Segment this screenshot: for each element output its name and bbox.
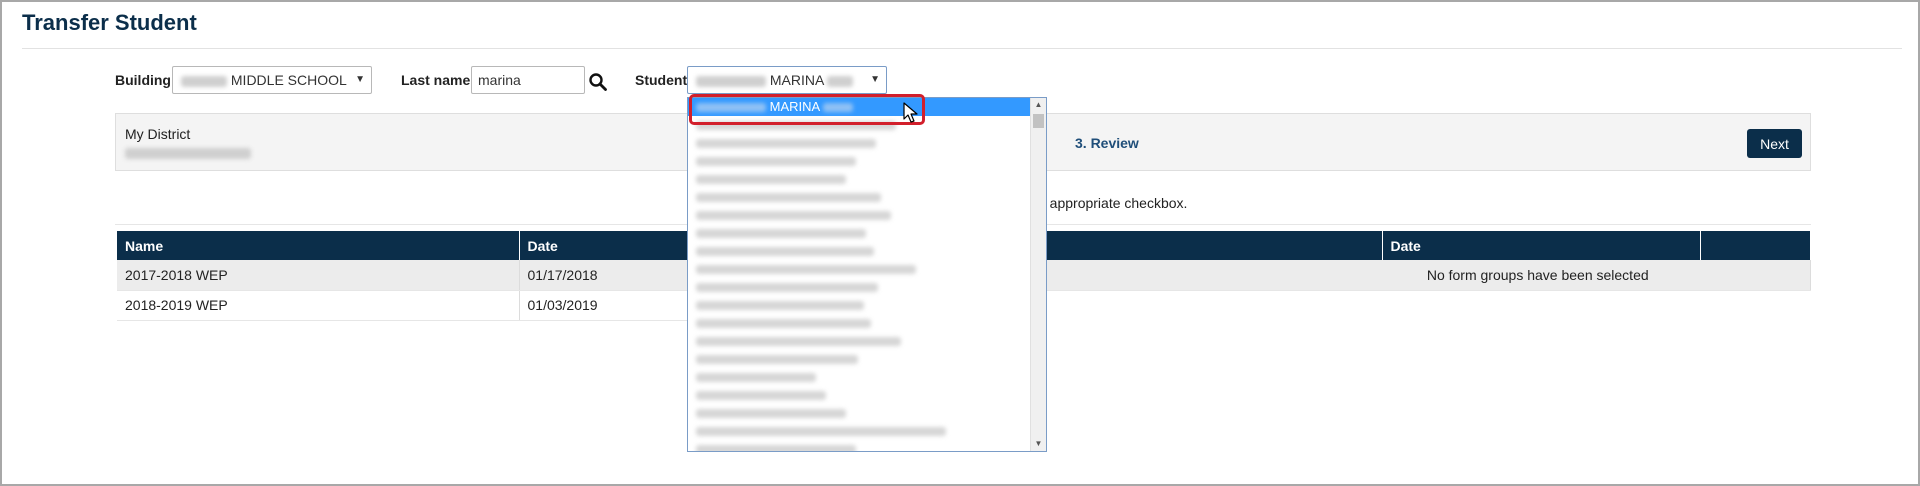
selected-forms-table: ne Date No form groups have been selecte… (1014, 231, 1811, 291)
redacted-text (696, 391, 826, 401)
scrollbar-thumb[interactable] (1033, 114, 1044, 128)
column-header-name: ne (1014, 231, 1383, 260)
student-select-value: MARINA (769, 72, 824, 88)
redacted-text (696, 247, 874, 257)
dropdown-option[interactable] (688, 242, 1046, 260)
redacted-text (696, 301, 864, 311)
redacted-text (696, 355, 858, 365)
dropdown-option[interactable] (688, 206, 1046, 224)
available-forms-table: Name Date 2017-2018 WEP 01/17/2018 2018-… (117, 231, 694, 321)
empty-table-message: No form groups have been selected (1014, 260, 1811, 291)
dropdown-option[interactable] (688, 386, 1046, 404)
table-cell-name: 2017-2018 WEP (117, 260, 520, 291)
table-row[interactable]: 2018-2019 WEP 01/03/2019 (117, 290, 694, 321)
redacted-text (125, 148, 251, 159)
mouse-pointer-icon (903, 102, 918, 123)
dropdown-option[interactable] (688, 224, 1046, 242)
search-icon[interactable] (588, 72, 608, 92)
redacted-text (696, 373, 816, 383)
dropdown-option[interactable] (688, 440, 1046, 451)
redacted-text (696, 175, 846, 185)
dropdown-option[interactable] (688, 332, 1046, 350)
table-row[interactable]: 2017-2018 WEP 01/17/2018 (117, 260, 694, 291)
table-cell-name: 2018-2019 WEP (117, 290, 520, 321)
selection-highlight-annotation (689, 94, 925, 125)
redacted-text (696, 75, 766, 87)
redacted-text (696, 265, 916, 275)
next-button[interactable]: Next (1747, 129, 1802, 158)
redacted-text (181, 75, 227, 87)
lastname-label: Last name (401, 72, 471, 88)
redacted-text (696, 445, 856, 451)
redacted-text (696, 157, 856, 167)
building-select[interactable]: MIDDLE SCHOOL ▼ (172, 66, 372, 94)
column-header-name: Name (117, 231, 520, 260)
table-row: No form groups have been selected (1014, 260, 1811, 291)
dropdown-option[interactable] (688, 350, 1046, 368)
title-divider (22, 48, 1902, 49)
dropdown-option[interactable] (688, 188, 1046, 206)
dropdown-option[interactable] (688, 170, 1046, 188)
dropdown-option[interactable] (688, 422, 1046, 440)
app-window: Transfer Student Building MIDDLE SCHOOL … (0, 0, 1920, 486)
dropdown-option[interactable] (688, 296, 1046, 314)
redacted-text (696, 319, 871, 329)
redacted-text (696, 337, 901, 347)
redacted-text (696, 283, 878, 293)
student-dropdown-list[interactable]: MARINA ▲ ▼ (687, 97, 1047, 452)
dropdown-scrollbar[interactable]: ▲ ▼ (1030, 98, 1046, 451)
column-header-actions (1700, 231, 1810, 260)
dropdown-option[interactable] (688, 404, 1046, 422)
redacted-text (696, 193, 881, 203)
dropdown-option[interactable] (688, 134, 1046, 152)
page-title: Transfer Student (22, 10, 197, 35)
redacted-text (696, 211, 891, 221)
scroll-down-arrow-icon[interactable]: ▼ (1031, 437, 1046, 451)
column-header-date: Date (1382, 231, 1701, 260)
table-cell-date: 01/03/2019 (519, 290, 694, 321)
column-header-date: Date (519, 231, 694, 260)
redacted-text (696, 139, 876, 149)
dropdown-option[interactable] (688, 152, 1046, 170)
building-label: Building (115, 72, 171, 88)
instruction-text: e appropriate checkbox. (1038, 195, 1188, 211)
chevron-down-icon: ▼ (355, 74, 365, 85)
student-select[interactable]: MARINA ▼ (687, 66, 887, 94)
redacted-text (696, 409, 846, 419)
dropdown-option[interactable] (688, 368, 1046, 386)
dropdown-option[interactable] (688, 278, 1046, 296)
table-cell-date: 01/17/2018 (519, 260, 694, 291)
wizard-step-review[interactable]: 3. Review (1075, 135, 1139, 151)
redacted-text (696, 229, 866, 239)
chevron-down-icon: ▼ (870, 74, 880, 85)
scroll-up-arrow-icon[interactable]: ▲ (1031, 98, 1046, 112)
district-label: My District (125, 126, 191, 142)
dropdown-option[interactable] (688, 314, 1046, 332)
lastname-input[interactable] (471, 66, 585, 94)
dropdown-option[interactable] (688, 260, 1046, 278)
redacted-text (696, 427, 946, 437)
building-select-value: MIDDLE SCHOOL (230, 72, 347, 88)
redacted-text (827, 75, 854, 87)
student-label: Student (635, 72, 688, 88)
